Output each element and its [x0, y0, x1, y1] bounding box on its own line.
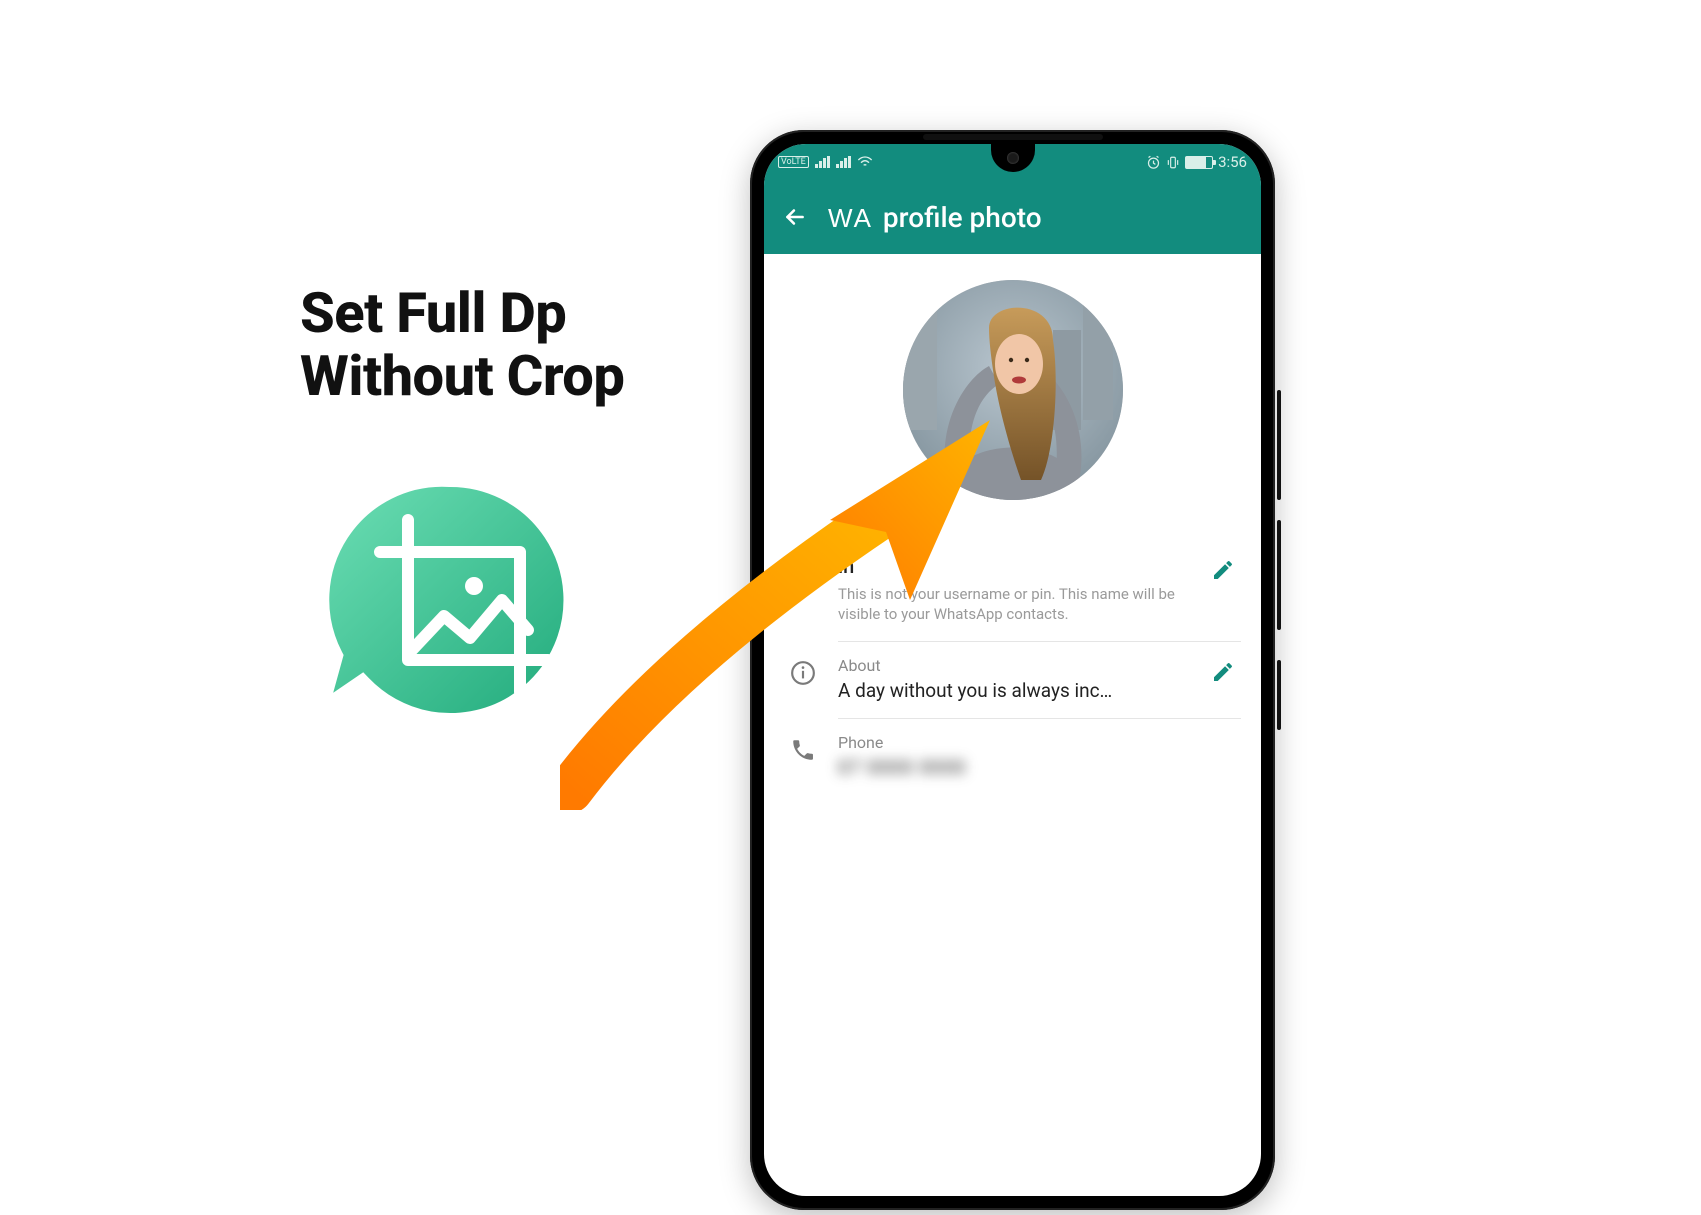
profile-content: in This is not your username or pin. Thi… — [764, 254, 1261, 795]
app-bar: WA profile photo — [764, 180, 1261, 254]
speech-bubble-icon — [318, 478, 572, 722]
back-arrow-icon[interactable] — [782, 204, 808, 230]
pencil-icon[interactable] — [1211, 558, 1235, 582]
appbar-heading: profile photo — [883, 201, 1042, 234]
profile-name-fragment: in — [838, 554, 1189, 578]
wifi-icon — [857, 155, 873, 169]
pencil-icon[interactable] — [1211, 660, 1235, 684]
appbar-title: WA profile photo — [828, 201, 1042, 234]
phone-side-button — [1277, 660, 1281, 730]
about-label: About — [838, 656, 1189, 675]
phone-row: Phone 07 0000 0000 — [764, 719, 1261, 795]
status-time: 3:56 — [1218, 153, 1247, 171]
phone-mockup: VoLTE 3:56 — [750, 130, 1275, 1210]
wa-label: WA — [828, 203, 873, 234]
name-hint: This is not your username or pin. This n… — [838, 584, 1189, 625]
phone-value-blurred: 07 0000 0000 — [838, 756, 1235, 779]
about-value: A day without you is always inc… — [838, 679, 1189, 702]
about-row: About A day without you is always inc… — [764, 642, 1261, 718]
phone-earpiece — [923, 134, 1103, 140]
name-row: in This is not your username or pin. Thi… — [764, 540, 1261, 641]
phone-label: Phone — [838, 733, 1235, 752]
phone-icon — [790, 737, 816, 763]
vibrate-icon — [1166, 155, 1180, 170]
alarm-icon — [1146, 155, 1161, 170]
headline-line1: Set Full Dp — [300, 280, 566, 346]
signal-icon — [836, 156, 851, 168]
profile-photo[interactable] — [903, 280, 1123, 500]
info-icon — [790, 660, 816, 686]
signal-icon — [815, 156, 830, 168]
battery-icon — [1185, 156, 1213, 169]
phone-side-button — [1277, 520, 1281, 630]
carrier-badge: VoLTE — [778, 156, 809, 168]
app-logo — [300, 460, 600, 760]
marketing-headline: Set Full Dp Without Crop — [300, 282, 624, 407]
phone-side-button — [1277, 390, 1281, 500]
headline-line2: Without Crop — [300, 343, 624, 409]
